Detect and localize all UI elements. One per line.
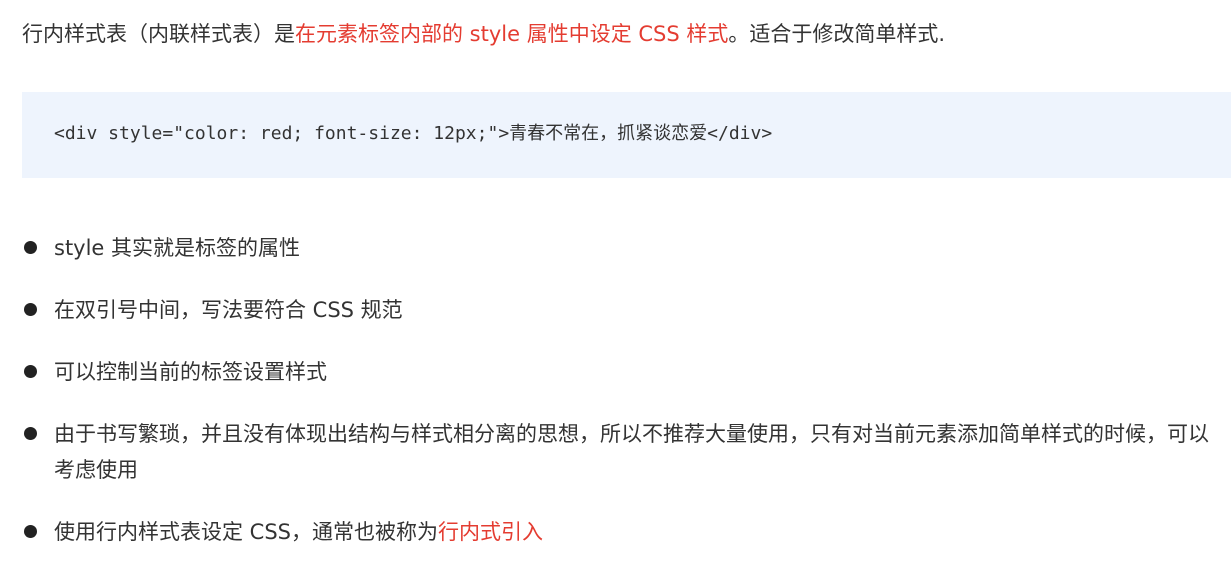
bullet-dot-icon [24, 365, 37, 378]
list-item-text: 由于书写繁琐，并且没有体现出结构与样式相分离的思想，所以不推荐大量使用，只有对当… [54, 422, 1209, 482]
list-item: 在双引号中间，写法要符合 CSS 规范 [22, 292, 1212, 328]
intro-suffix: 。适合于修改简单样式. [728, 22, 946, 46]
list-item-text: 使用行内样式表设定 CSS，通常也被称为 [54, 520, 438, 544]
bullet-dot-icon [24, 303, 37, 316]
intro-paragraph: 行内样式表（内联样式表）是在元素标签内部的 style 属性中设定 CSS 样式… [22, 18, 1212, 50]
intro-highlight: 在元素标签内部的 style 属性中设定 CSS 样式 [295, 22, 729, 46]
bullet-dot-icon [24, 525, 37, 538]
list-item: 由于书写繁琐，并且没有体现出结构与样式相分离的思想，所以不推荐大量使用，只有对当… [22, 416, 1212, 488]
bullet-list: style 其实就是标签的属性 在双引号中间，写法要符合 CSS 规范 可以控制… [22, 230, 1212, 576]
intro-prefix: 行内样式表（内联样式表）是 [22, 22, 295, 46]
list-item: 可以控制当前的标签设置样式 [22, 354, 1212, 390]
code-line: <div style="color: red; font-size: 12px;… [54, 123, 773, 144]
list-item-text: style 其实就是标签的属性 [54, 236, 301, 260]
code-block: <div style="color: red; font-size: 12px;… [22, 92, 1231, 178]
list-item: 使用行内样式表设定 CSS，通常也被称为行内式引入 [22, 514, 1212, 550]
bullet-dot-icon [24, 241, 37, 254]
list-item-highlight: 行内式引入 [438, 520, 543, 544]
bullet-dot-icon [24, 427, 37, 440]
list-item-text: 在双引号中间，写法要符合 CSS 规范 [54, 298, 403, 322]
list-item-text: 可以控制当前的标签设置样式 [54, 360, 327, 384]
list-item: style 其实就是标签的属性 [22, 230, 1212, 266]
